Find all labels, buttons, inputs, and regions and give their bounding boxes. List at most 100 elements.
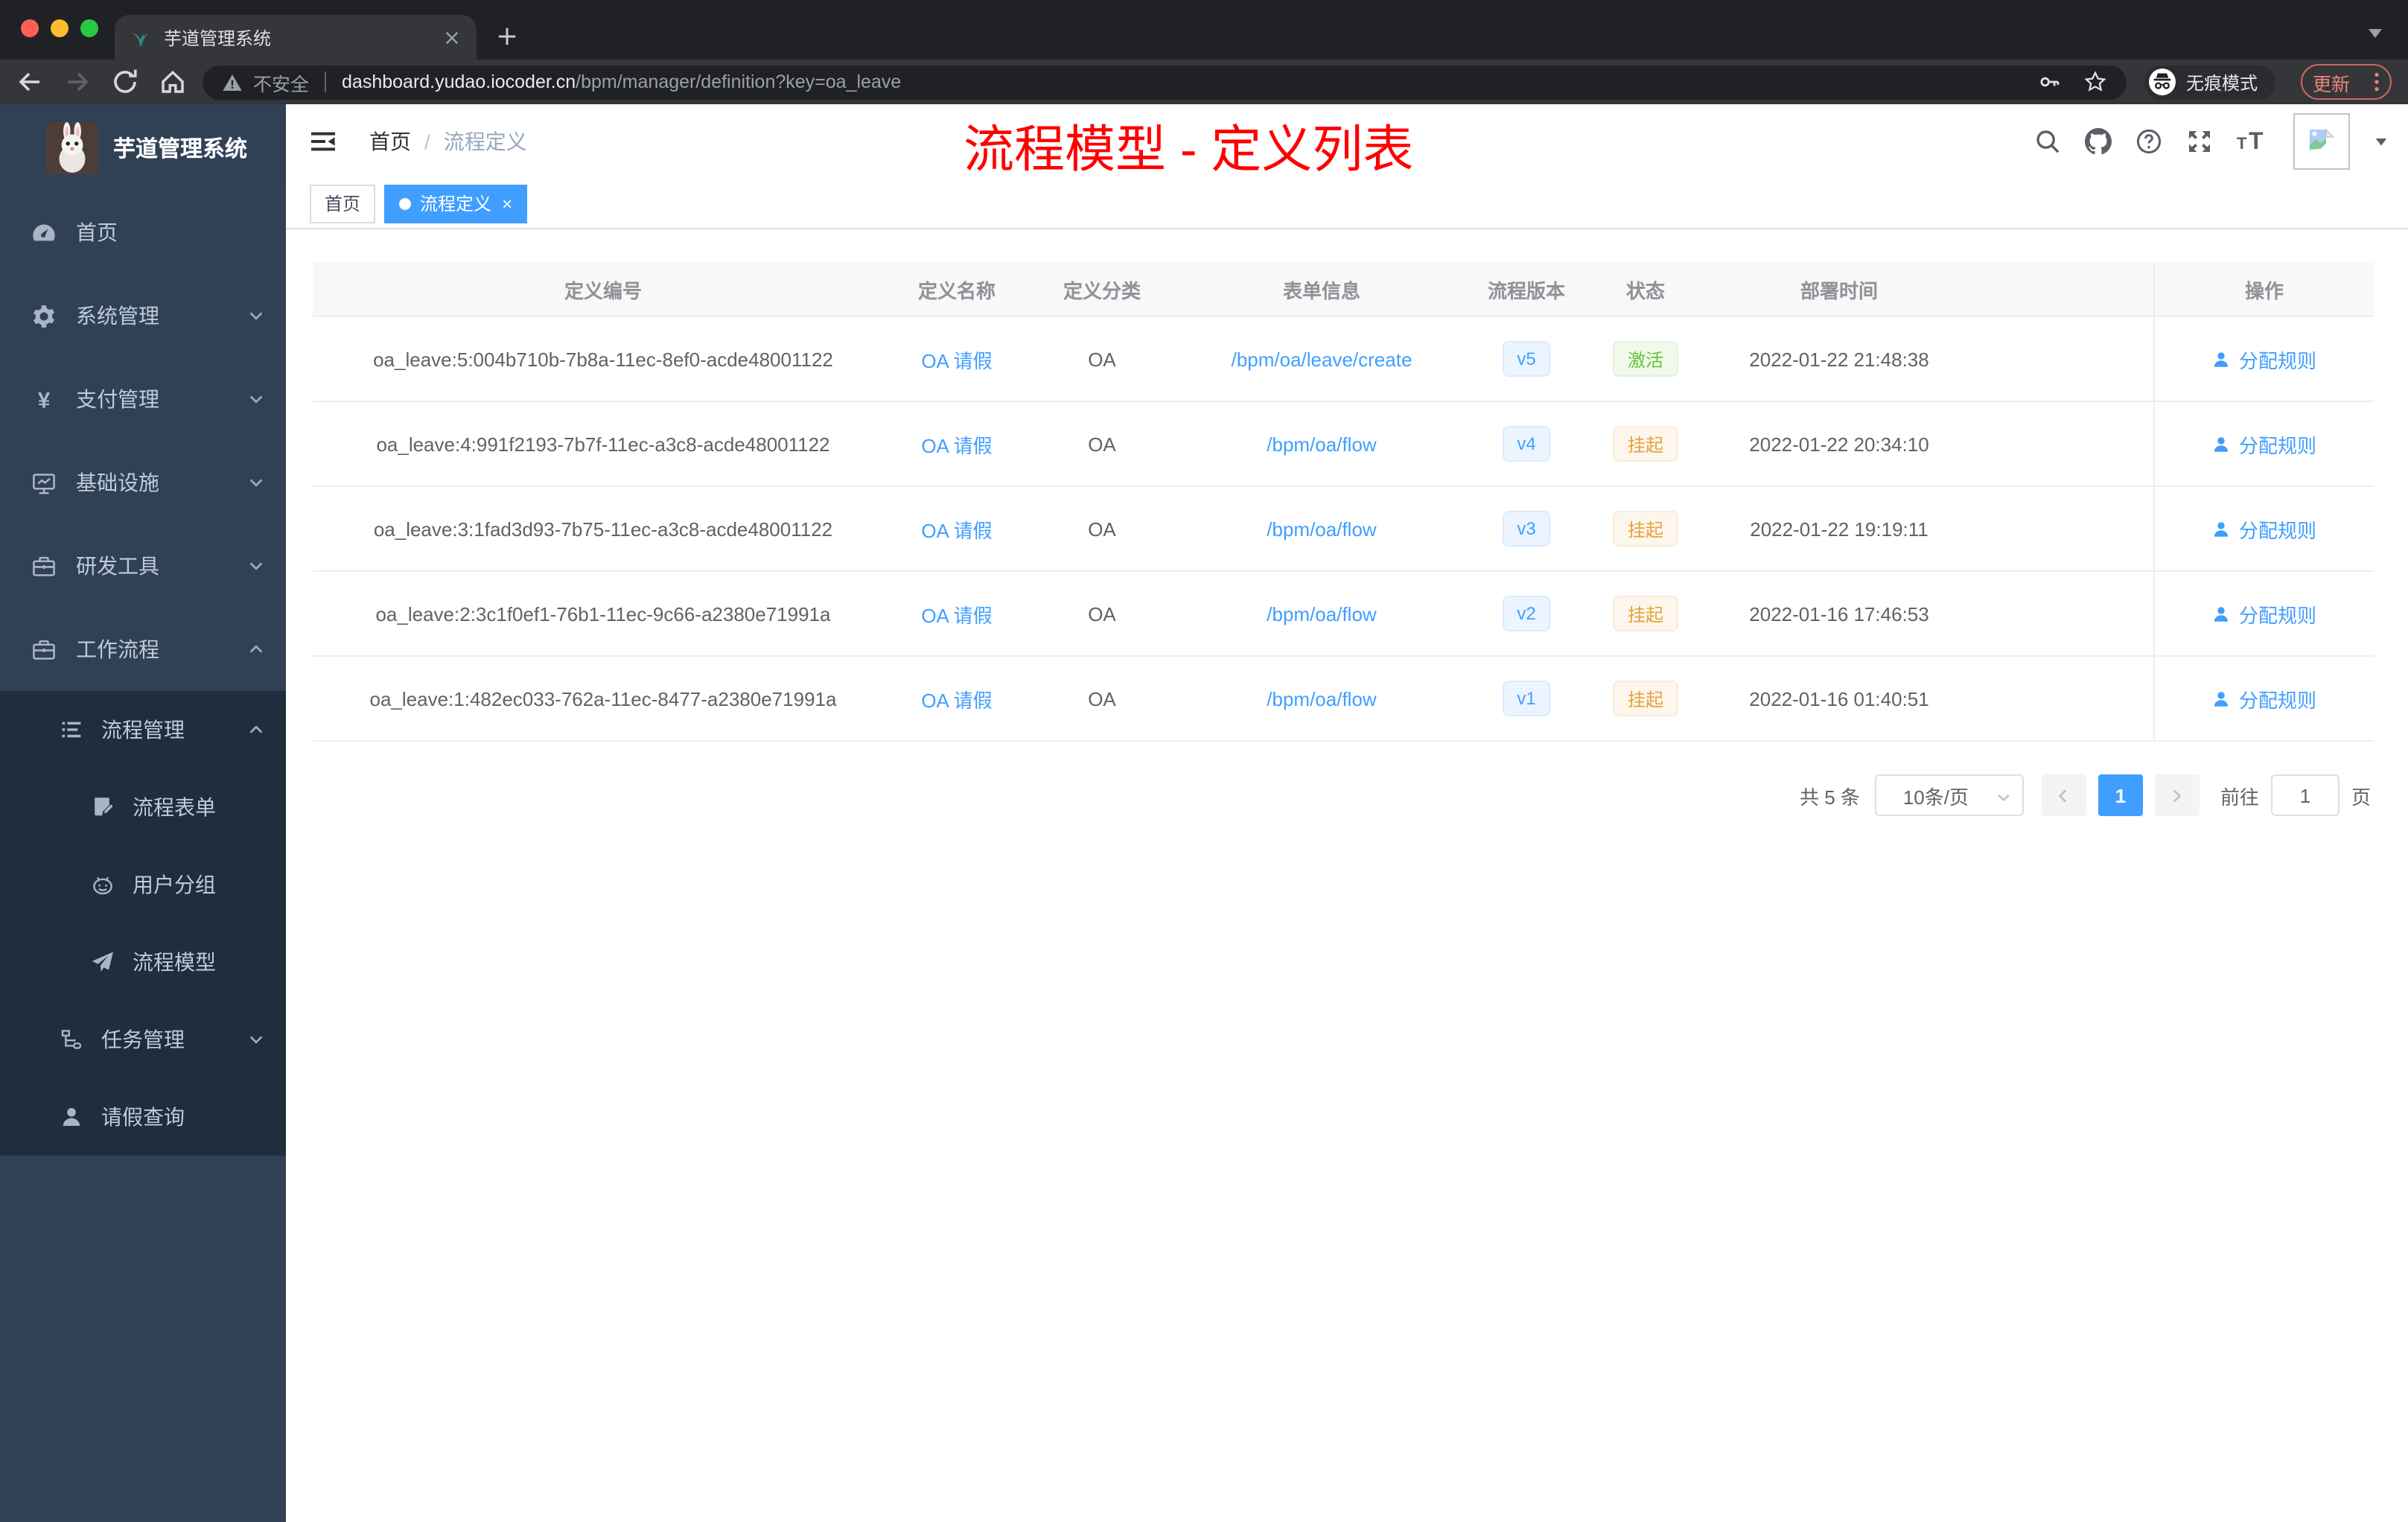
font-size-icon[interactable]: TT [2237, 128, 2270, 155]
bookmark-star-icon[interactable] [2083, 70, 2107, 94]
password-key-icon[interactable] [2037, 70, 2061, 94]
divider [324, 71, 326, 92]
assign-rule-button[interactable]: 分配规则 [2212, 430, 2316, 458]
sidebar-item-label: 支付管理 [76, 387, 159, 411]
version-badge: v4 [1502, 426, 1551, 462]
chevron-down-icon [247, 557, 265, 575]
form-info-link[interactable]: /bpm/oa/flow [1267, 433, 1376, 455]
github-icon[interactable] [2085, 128, 2112, 155]
current-page-button[interactable]: 1 [2098, 774, 2143, 816]
gear-icon [31, 303, 57, 328]
toolbox-icon [31, 553, 57, 579]
table-row-1: oa_leave:4:991f2193-7b7f-11ec-a3c8-acde4… [313, 402, 2374, 487]
breadcrumb-home[interactable]: 首页 [369, 127, 411, 156]
sidebar-subitem-form-pen-1[interactable]: 流程表单 [0, 768, 286, 846]
breadcrumb-separator: / [424, 130, 430, 153]
page-size-value: 10条/页 [1902, 786, 1969, 808]
incognito-icon [2149, 69, 2176, 95]
chevron-up-icon [247, 721, 265, 739]
form-info-link[interactable]: /bpm/oa/flow [1267, 687, 1376, 710]
address-bar[interactable]: 不安全 dashboard.yudao.iocoder.cn/bpm/manag… [203, 65, 2127, 99]
browser-update-button[interactable]: 更新 [2301, 64, 2392, 100]
definition-name-link[interactable]: OA 请假 [921, 684, 992, 713]
sidebar-subitem-send-3[interactable]: 流程模型 [0, 923, 286, 1001]
tag-close-icon[interactable]: × [502, 194, 512, 212]
tag-label: 首页 [325, 194, 361, 214]
deploy-time: 2022-01-22 21:48:38 [1749, 348, 1929, 370]
page-size-select[interactable]: 10条/页 [1874, 774, 2024, 816]
sidebar-item-yen-2[interactable]: ¥ 支付管理 [0, 357, 286, 441]
browser-tab[interactable]: 芋道管理系统 [115, 15, 477, 60]
form-info-link[interactable]: /bpm/oa/leave/create [1232, 348, 1412, 370]
definition-category: OA [1088, 687, 1116, 710]
tags-view-bar: 首页 流程定义 × [286, 179, 2408, 229]
sidebar-item-toolbox-4[interactable]: 研发工具 [0, 524, 286, 608]
next-page-button[interactable] [2154, 774, 2200, 816]
sidebar-subitem-list-tree-0[interactable]: 流程管理 [0, 691, 286, 768]
browser-toolbar: 不安全 dashboard.yudao.iocoder.cn/bpm/manag… [0, 60, 2408, 104]
goto-page-input[interactable] [2270, 774, 2339, 816]
form-info-link[interactable]: /bpm/oa/flow [1267, 602, 1376, 625]
version-badge: v5 [1502, 341, 1551, 377]
deploy-time: 2022-01-16 01:40:51 [1749, 687, 1929, 710]
column-header-0: 定义编号 [564, 279, 642, 302]
sidebar-item-toolbox-5[interactable]: 工作流程 [0, 608, 286, 691]
sidebar-subitem-user-5[interactable]: 请假查询 [0, 1078, 286, 1156]
tag-1[interactable]: 流程定义 × [384, 184, 528, 223]
window-minimize-button[interactable] [51, 19, 69, 37]
angle-left-icon [2056, 787, 2072, 803]
help-icon[interactable] [2135, 128, 2162, 155]
select-caret-icon [1995, 789, 2012, 806]
tree-icon [60, 1028, 83, 1051]
sidebar-item-label: 工作流程 [76, 637, 159, 661]
tab-close-icon[interactable] [442, 28, 462, 47]
row-filler [1981, 657, 2153, 740]
home-button[interactable] [158, 67, 188, 97]
assign-rule-button[interactable]: 分配规则 [2212, 599, 2316, 628]
sidebar-item-dashboard-0[interactable]: 首页 [0, 191, 286, 274]
sidebar-collapse-icon[interactable] [308, 127, 338, 156]
security-warning-icon[interactable] [222, 72, 243, 92]
update-label[interactable]: 更新 [2313, 68, 2350, 96]
assign-rule-button[interactable]: 分配规则 [2212, 515, 2316, 543]
definition-name-link[interactable]: OA 请假 [921, 345, 992, 373]
status-badge: 挂起 [1612, 426, 1678, 462]
svg-text:¥: ¥ [38, 388, 51, 412]
monitor-icon [31, 470, 57, 495]
definition-name-link[interactable]: OA 请假 [921, 515, 992, 543]
sidebar-logo[interactable]: 芋道管理系统 [0, 104, 286, 191]
search-icon[interactable] [2034, 128, 2061, 155]
definition-name-link[interactable]: OA 请假 [921, 599, 992, 628]
sidebar-subitem-label: 请假查询 [101, 1105, 185, 1129]
tab-search-caret-icon[interactable] [2366, 25, 2384, 40]
window-close-button[interactable] [21, 19, 39, 37]
sidebar-item-monitor-3[interactable]: 基础设施 [0, 441, 286, 524]
app-title: 芋道管理系统 [113, 136, 248, 162]
user-avatar[interactable] [2293, 113, 2350, 170]
sidebar-item-label: 研发工具 [76, 554, 159, 578]
sidebar-subitem-tree-4[interactable]: 任务管理 [0, 1001, 286, 1078]
tag-0[interactable]: 首页 [310, 184, 376, 223]
sidebar-subitem-label: 用户分组 [133, 873, 216, 897]
assign-rule-button[interactable]: 分配规则 [2212, 345, 2316, 373]
forward-button[interactable] [63, 67, 92, 97]
user-icon [2212, 604, 2232, 623]
window-zoom-button[interactable] [80, 19, 98, 37]
prev-page-button[interactable] [2041, 774, 2086, 816]
browser-menu-icon[interactable] [2374, 71, 2380, 92]
new-tab-button[interactable] [496, 25, 518, 48]
reload-button[interactable] [110, 67, 140, 97]
sidebar-subitem-robot-2[interactable]: 用户分组 [0, 846, 286, 923]
svg-text:T: T [2249, 128, 2264, 154]
assign-rule-button[interactable]: 分配规则 [2212, 684, 2316, 713]
send-icon [91, 950, 115, 974]
definition-name-link[interactable]: OA 请假 [921, 430, 992, 458]
back-button[interactable] [15, 67, 45, 97]
sidebar-item-gear-1[interactable]: 系统管理 [0, 274, 286, 357]
fullscreen-icon[interactable] [2186, 128, 2213, 155]
user-menu-caret-icon[interactable] [2374, 136, 2389, 147]
security-label[interactable]: 不安全 [253, 68, 309, 96]
column-header-2: 定义分类 [1063, 279, 1141, 302]
user-icon [2212, 519, 2232, 538]
form-info-link[interactable]: /bpm/oa/flow [1267, 518, 1376, 540]
